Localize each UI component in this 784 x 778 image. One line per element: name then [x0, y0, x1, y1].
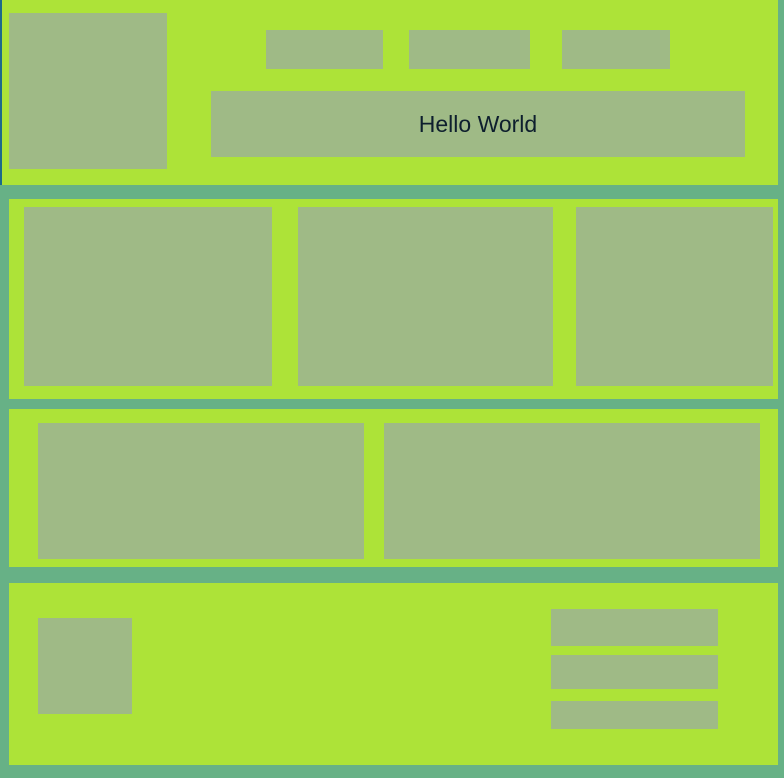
- hello-banner: Hello World: [211, 91, 745, 157]
- footer-link-1[interactable]: [551, 609, 718, 646]
- logo-image: [9, 13, 167, 169]
- nav-button-2[interactable]: [409, 30, 530, 69]
- card-1: [24, 207, 272, 386]
- card-2: [298, 207, 553, 386]
- content-panel-1: [38, 423, 364, 559]
- banner-text: Hello World: [418, 110, 538, 137]
- footer-image: [38, 618, 132, 714]
- nav-button-1[interactable]: [266, 30, 383, 69]
- footer-link-3[interactable]: [551, 701, 718, 729]
- content-panel-2: [384, 423, 760, 559]
- nav-button-3[interactable]: [562, 30, 670, 69]
- card-3: [576, 207, 773, 386]
- footer-link-2[interactable]: [551, 655, 718, 689]
